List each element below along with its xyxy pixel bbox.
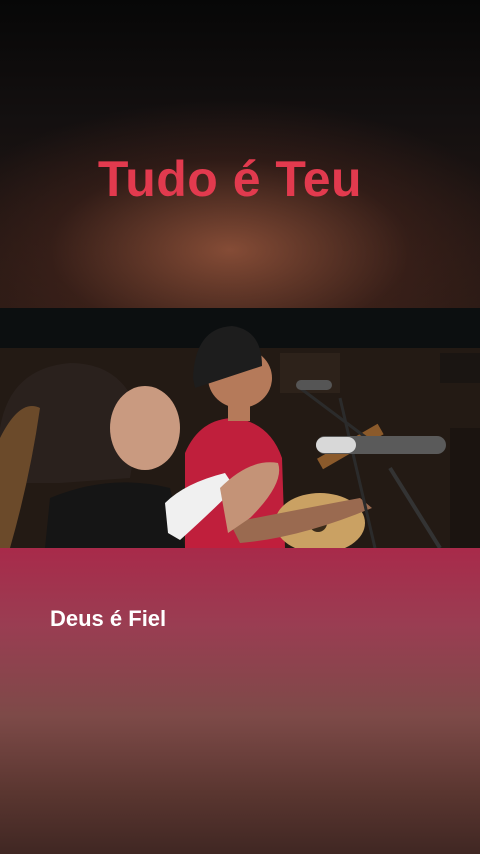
video-frame[interactable] <box>0 308 480 548</box>
artist-name: Deus é Fiel <box>50 606 167 631</box>
blurred-bottom-background <box>0 548 480 854</box>
song-title: Tudo é Teu <box>97 151 363 207</box>
performance-scene <box>0 308 480 548</box>
